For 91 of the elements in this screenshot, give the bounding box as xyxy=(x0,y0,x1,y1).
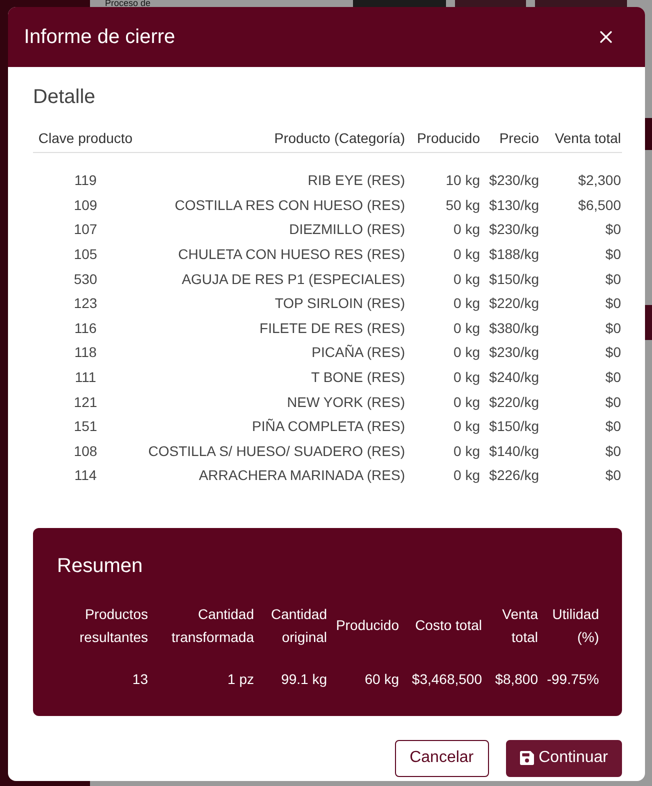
column-header: Producido xyxy=(334,616,399,636)
table-cell-text: $8,800 xyxy=(494,670,538,689)
table-cell-text: 0 kg xyxy=(452,270,481,287)
table-cell-text: $0 xyxy=(604,344,622,360)
dialog-title: Informe de cierre xyxy=(24,26,176,48)
table-cell-text: $140/kg xyxy=(488,442,540,459)
table-cell-text: $130/kg xyxy=(488,196,540,213)
summary-title: Resumen xyxy=(57,554,143,578)
table-cell-text: $0 xyxy=(604,246,622,262)
table-cell-text: $0 xyxy=(604,221,622,238)
table-cell-text: 116 xyxy=(73,320,98,336)
table-cell-text: 107 xyxy=(72,221,98,238)
table-cell-text: 13 xyxy=(131,670,148,689)
table-cell-text: RIB EYE (RES) xyxy=(306,172,406,188)
table-cell-text: $0 xyxy=(604,320,622,336)
table-cell-text: $0 xyxy=(604,369,622,386)
table-cell-text: 118 xyxy=(73,344,98,360)
table-cell-text: 151 xyxy=(72,418,98,434)
table-cell-text: $0 xyxy=(604,394,622,410)
table-cell-text: $0 xyxy=(604,418,622,434)
table-cell-text: NEW YORK (RES) xyxy=(286,394,406,410)
table-cell-text: $380/kg xyxy=(488,320,540,336)
table-cell-text: $3,468,500 xyxy=(410,670,482,689)
column-header: Venta total xyxy=(554,130,622,146)
section-title: Detalle xyxy=(33,85,96,109)
column-header: Utilidad (%) xyxy=(551,604,599,647)
table-cell-text: 0 kg xyxy=(452,246,481,262)
table-cell-text: 0 kg xyxy=(452,467,481,484)
table-cell-text: 119 xyxy=(73,172,98,188)
table-cell-text: 121 xyxy=(72,394,98,410)
table-cell-text: 109 xyxy=(72,196,98,213)
column-header: Productos resultantes xyxy=(78,604,148,647)
continue-button[interactable]: Continuar xyxy=(506,740,622,777)
column-header: Cantidad transformada xyxy=(170,604,254,647)
table-cell-text: $220/kg xyxy=(488,394,540,410)
table-cell-text: $0 xyxy=(604,442,622,459)
table-cell-text: 50 kg xyxy=(444,196,481,213)
table-cell-text: 111 xyxy=(74,369,98,386)
table-cell-text: $226/kg xyxy=(488,467,540,484)
table-cell-text: $220/kg xyxy=(488,295,540,312)
cancel-button[interactable]: Cancelar xyxy=(394,740,489,777)
table-cell-text: 0 kg xyxy=(452,394,481,410)
column-header: Costo total xyxy=(414,616,482,636)
table-cell-text: PIÑA COMPLETA (RES) xyxy=(251,418,406,434)
table-cell-text: 0 kg xyxy=(452,344,481,360)
table-cell-text: 99.1 kg xyxy=(280,670,327,689)
column-header: Producido xyxy=(416,130,481,146)
table-cell-text: 0 kg xyxy=(452,442,481,459)
table-cell-text: $240/kg xyxy=(488,369,540,386)
column-header: Venta total xyxy=(501,604,538,647)
table-cell-text: $188/kg xyxy=(488,246,540,262)
table-cell-text: $0 xyxy=(604,467,622,484)
table-cell-text: 10 kg xyxy=(444,172,481,188)
table-cell-text: $6,500 xyxy=(577,196,622,213)
table-cell-text: T BONE (RES) xyxy=(310,369,406,386)
table-cell-text: 108 xyxy=(72,442,98,459)
table-cell-text: 0 kg xyxy=(452,418,481,434)
table-cell-text: TOP SIRLOIN (RES) xyxy=(274,295,406,312)
table-cell-text: $150/kg xyxy=(488,418,540,434)
column-header: Producto (Categoría) xyxy=(273,130,406,146)
table-cell-text: $2,300 xyxy=(577,172,622,188)
column-header: Clave producto xyxy=(37,130,134,146)
close-icon xyxy=(600,31,612,43)
column-header: Cantidad original xyxy=(270,604,327,647)
table-cell-text: 1 pz xyxy=(226,670,254,689)
close-button[interactable] xyxy=(600,31,612,43)
table-cell-text: 105 xyxy=(72,246,98,262)
table-cell-text: PICAÑA (RES) xyxy=(310,344,406,360)
table-cell-text: $0 xyxy=(604,295,622,312)
table-cell-text: 60 kg xyxy=(364,670,399,689)
table-cell-text: 0 kg xyxy=(452,369,481,386)
column-header: Precio xyxy=(498,130,540,146)
table-cell-text: 0 kg xyxy=(452,295,481,312)
table-cell-text: $0 xyxy=(604,270,622,287)
table-cell-text: $230/kg xyxy=(488,172,540,188)
table-cell-text: $230/kg xyxy=(488,344,540,360)
table-cell-text: $230/kg xyxy=(488,221,540,238)
table-cell-text: -99.75% xyxy=(546,670,599,689)
table-cell-text: FILETE DE RES (RES) xyxy=(258,320,406,336)
table-cell-text: AGUJA DE RES P1 (ESPECIALES) xyxy=(180,270,406,287)
table-cell-text: DIEZMILLO (RES) xyxy=(288,221,406,238)
table-cell-text: 114 xyxy=(73,467,98,484)
table-cell-text: ARRACHERA MARINADA (RES) xyxy=(198,467,406,484)
table-cell-text: 0 kg xyxy=(452,221,481,238)
table-cell-text: COSTILLA RES CON HUESO (RES) xyxy=(174,196,406,213)
table-cell-text: COSTILLA S/ HUESO/ SUADERO (RES) xyxy=(147,442,406,459)
table-cell-text: CHULETA CON HUESO RES (RES) xyxy=(177,246,406,262)
table-cell-text: 0 kg xyxy=(452,320,481,336)
table-cell-text: 530 xyxy=(72,270,98,287)
table-cell-text: 123 xyxy=(72,295,98,312)
table-cell-text: $150/kg xyxy=(488,270,540,287)
